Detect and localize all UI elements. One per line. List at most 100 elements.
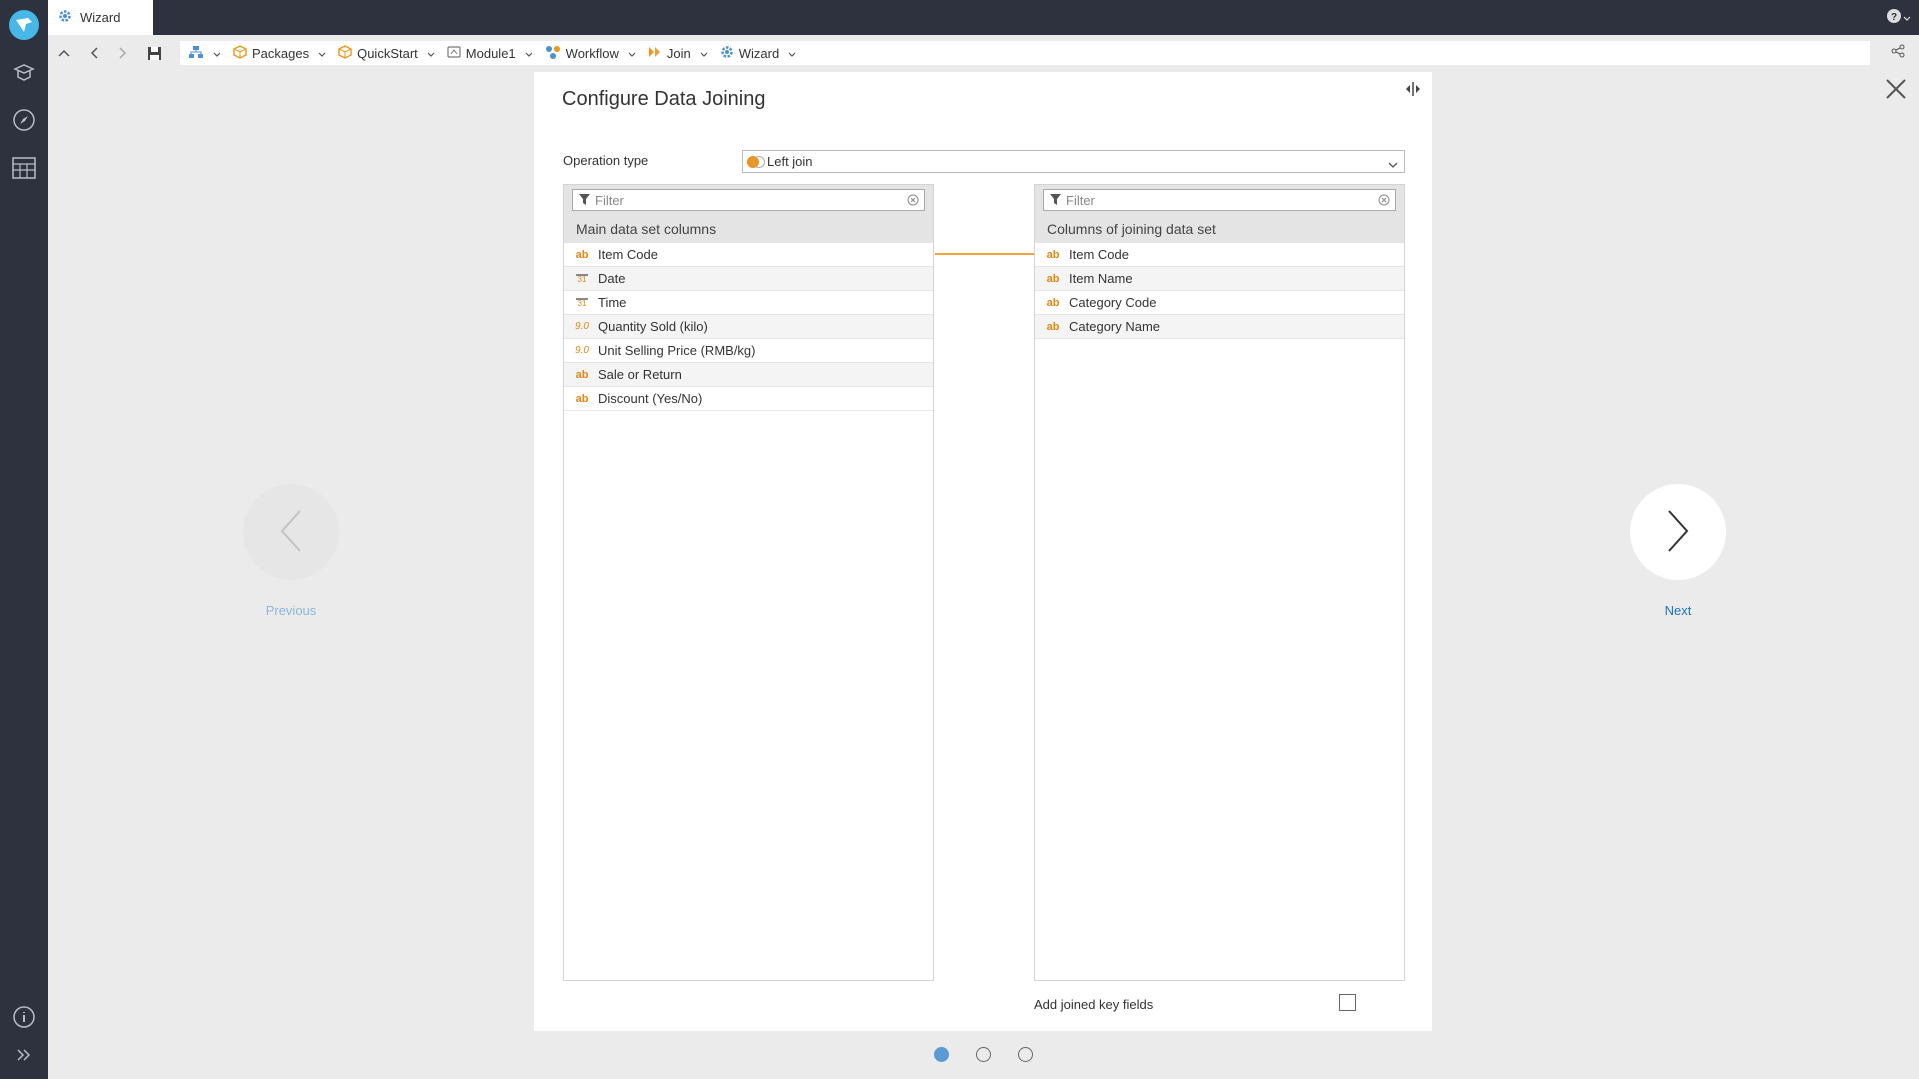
column-row[interactable]: 9.0 Unit Selling Price (RMB/kg) <box>564 339 933 363</box>
column-row[interactable]: ab Item Code <box>564 243 933 267</box>
operation-type-value: Left join <box>767 154 813 169</box>
column-row[interactable]: 31 Date <box>564 267 933 291</box>
column-name: Date <box>598 271 626 286</box>
next-button[interactable] <box>1630 484 1726 580</box>
chevron-down-icon <box>1903 10 1911 25</box>
close-icon[interactable] <box>1885 78 1907 103</box>
breadcrumb-hierarchy[interactable] <box>188 45 221 62</box>
text-type-icon: ab <box>1046 248 1060 261</box>
joining-filter-input[interactable]: Filter <box>1043 189 1396 211</box>
page-title: Configure Data Joining <box>562 88 766 110</box>
filter-icon <box>579 193 590 208</box>
text-type-icon: ab <box>575 248 589 261</box>
main-filter-input[interactable]: Filter <box>572 189 925 211</box>
column-row[interactable]: 9.0 Quantity Sold (kilo) <box>564 315 933 339</box>
help-button[interactable]: ? <box>1887 9 1911 26</box>
info-icon[interactable] <box>10 1003 38 1031</box>
gear-icon <box>58 9 72 26</box>
breadcrumb-label: QuickStart <box>357 45 418 61</box>
up-button[interactable] <box>54 43 74 63</box>
text-type-icon: ab <box>1046 272 1060 285</box>
breadcrumb-wizard[interactable]: Wizard <box>720 45 796 62</box>
add-key-fields-checkbox[interactable] <box>1339 994 1356 1011</box>
main-columns-header: Main data set columns <box>564 215 933 243</box>
table-icon[interactable] <box>10 154 38 182</box>
back-button[interactable] <box>84 43 104 63</box>
text-type-icon: ab <box>1046 296 1060 309</box>
column-name: Time <box>598 295 627 310</box>
main-columns-box: Filter Main data set columns ab Item Code… <box>563 184 934 981</box>
tab-label: Wizard <box>80 10 121 25</box>
clear-icon[interactable] <box>907 194 919 209</box>
breadcrumb-join[interactable]: Join <box>648 45 708 62</box>
help-icon: ? <box>1887 9 1901 26</box>
compass-icon[interactable] <box>10 106 38 134</box>
package-icon <box>338 44 352 62</box>
svg-text:?: ? <box>1891 12 1897 23</box>
next-label[interactable]: Next <box>1630 603 1726 618</box>
filter-placeholder: Filter <box>1066 192 1095 208</box>
column-name: Category Code <box>1069 295 1157 310</box>
learning-icon[interactable] <box>10 58 38 86</box>
breadcrumb-label: Module1 <box>465 45 516 61</box>
chevron-down-icon <box>700 46 708 61</box>
chevron-down-icon <box>1388 157 1398 172</box>
hierarchy-icon <box>188 45 204 62</box>
tab-bar: Wizard ? <box>48 0 1919 35</box>
column-name: Discount (Yes/No) <box>598 391 703 406</box>
column-name: Unit Selling Price (RMB/kg) <box>598 343 756 358</box>
column-row[interactable]: 31 Time <box>564 291 933 315</box>
column-name: Item Code <box>598 247 658 262</box>
share-icon[interactable] <box>1891 44 1905 61</box>
save-button[interactable] <box>144 43 164 63</box>
chevron-right-icon <box>1667 509 1689 556</box>
expand-horizontal-icon[interactable] <box>1404 82 1422 99</box>
clear-icon[interactable] <box>1378 194 1390 209</box>
breadcrumb-module1[interactable]: Module1 <box>447 45 533 62</box>
left-join-icon <box>747 155 765 168</box>
column-name: Category Name <box>1069 319 1161 334</box>
column-name: Sale or Return <box>598 367 682 382</box>
expand-rail-icon[interactable] <box>10 1041 38 1069</box>
column-row[interactable]: ab Category Name <box>1035 315 1404 339</box>
module-icon <box>447 45 461 62</box>
filter-icon <box>1050 193 1061 208</box>
pager-dot[interactable] <box>1018 1047 1033 1062</box>
column-row[interactable]: ab Item Code <box>1035 243 1404 267</box>
previous-button[interactable] <box>243 484 339 580</box>
breadcrumb-label: Wizard <box>738 45 780 61</box>
date-type-icon: 31 <box>576 273 588 284</box>
tab-wizard[interactable]: Wizard <box>48 0 153 35</box>
app-logo-icon[interactable] <box>9 10 39 40</box>
operation-type-select[interactable]: Left join <box>742 150 1405 173</box>
wizard-panel: Configure Data Joining Operation type Le… <box>534 72 1432 1031</box>
column-row[interactable]: ab Discount (Yes/No) <box>564 387 933 411</box>
previous-label[interactable]: Previous <box>243 603 339 618</box>
breadcrumb-workflow[interactable]: Workflow <box>545 45 636 62</box>
operation-type-label: Operation type <box>563 153 649 168</box>
gear-icon <box>720 45 734 62</box>
column-name: Item Code <box>1069 247 1129 262</box>
toolbar: Packages QuickStart Module1 Workflow Joi… <box>48 35 1919 70</box>
column-row[interactable]: ab Item Name <box>1035 267 1404 291</box>
package-icon <box>233 44 247 62</box>
breadcrumb-packages[interactable]: Packages <box>233 44 326 62</box>
left-rail <box>0 0 48 1079</box>
column-name: Item Name <box>1069 271 1133 286</box>
pager-dot[interactable] <box>934 1047 949 1062</box>
date-type-icon: 31 <box>576 297 588 308</box>
breadcrumb-quickstart[interactable]: QuickStart <box>338 44 435 62</box>
text-type-icon: ab <box>575 368 589 381</box>
text-type-icon: ab <box>575 392 589 405</box>
pager-dot[interactable] <box>976 1047 991 1062</box>
column-name: Quantity Sold (kilo) <box>598 319 708 334</box>
join-link-line[interactable] <box>935 253 1039 255</box>
chevron-down-icon <box>213 46 221 61</box>
forward-button[interactable] <box>113 43 133 63</box>
joining-columns-header: Columns of joining data set <box>1035 215 1404 243</box>
column-row[interactable]: ab Sale or Return <box>564 363 933 387</box>
filter-placeholder: Filter <box>595 192 624 208</box>
numeric-type-icon: 9.0 <box>575 345 589 356</box>
column-row[interactable]: ab Category Code <box>1035 291 1404 315</box>
chevron-down-icon <box>318 46 326 61</box>
